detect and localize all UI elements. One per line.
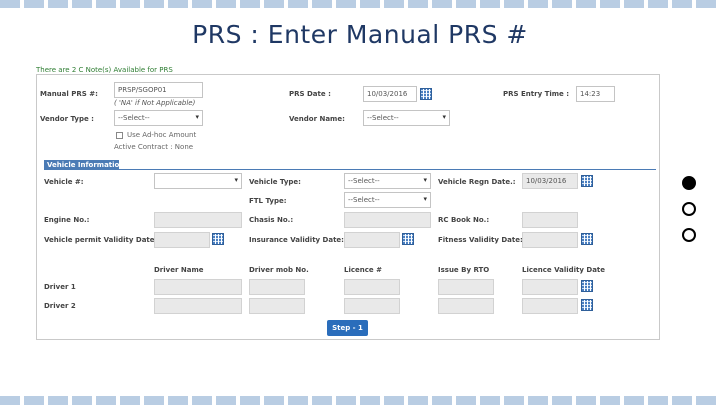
vehicle-type-value: --Select-- — [348, 177, 380, 185]
driver-2-licence-input[interactable] — [344, 298, 400, 314]
driver-1-rto-input[interactable] — [438, 279, 494, 295]
vehicle-number-select[interactable]: ▾ — [154, 173, 242, 189]
prs-date-input[interactable]: 10/03/2016 — [363, 86, 417, 102]
ftl-type-label: FTL Type: — [249, 197, 287, 205]
driver-2-label: Driver 2 — [44, 302, 76, 310]
ftl-type-select[interactable]: --Select-- ▾ — [344, 192, 431, 208]
driver-1-calendar-icon[interactable] — [581, 280, 593, 292]
permit-validity-calendar-icon[interactable] — [212, 233, 224, 245]
driver-2-calendar-icon[interactable] — [581, 299, 593, 311]
driver-1-label: Driver 1 — [44, 283, 76, 291]
driver-mob-header: Driver mob No. — [249, 266, 309, 274]
prs-date-calendar-icon[interactable] — [420, 88, 432, 100]
chevron-down-icon: ▾ — [442, 113, 446, 121]
chasis-no-input[interactable] — [344, 212, 431, 228]
prs-entry-time-input[interactable]: 14:23 — [576, 86, 615, 102]
vendor-type-select[interactable]: --Select-- ▾ — [114, 110, 203, 126]
driver-1-licence-validity-input[interactable] — [522, 279, 578, 295]
manual-prs-label: Manual PRS #: — [40, 90, 98, 98]
insurance-validity-label: Insurance Validity Date: — [249, 236, 344, 244]
adhoc-amount-label: Use Ad-hoc Amount — [127, 131, 197, 139]
manual-prs-input[interactable]: PRSP/SGOP01 — [114, 82, 203, 98]
driver-2-mob-input[interactable] — [249, 298, 305, 314]
engine-no-input[interactable] — [154, 212, 242, 228]
slide-pagination — [682, 176, 696, 254]
prs-date-label: PRS Date : — [289, 90, 331, 98]
slide-title: PRS : Enter Manual PRS # — [192, 20, 528, 49]
insurance-validity-calendar-icon[interactable] — [402, 233, 414, 245]
insurance-validity-input[interactable] — [344, 232, 400, 248]
section-divider — [44, 169, 656, 170]
chevron-down-icon: ▾ — [195, 113, 199, 121]
vehicle-type-label: Vehicle Type: — [249, 178, 301, 186]
fitness-validity-calendar-icon[interactable] — [581, 233, 593, 245]
bottom-stripe — [0, 396, 720, 405]
vendor-name-label: Vendor Name: — [289, 115, 345, 123]
vehicle-regn-date-input[interactable]: 10/03/2016 — [522, 173, 578, 189]
rc-book-no-input[interactable] — [522, 212, 578, 228]
cnote-availability-note: There are 2 C Note(s) Available for PRS — [36, 66, 173, 74]
permit-validity-input[interactable] — [154, 232, 210, 248]
pagination-dot-active[interactable] — [682, 176, 696, 190]
active-contract-text: Active Contract : None — [114, 143, 194, 151]
issue-by-rto-header: Issue By RTO — [438, 266, 490, 274]
fitness-validity-label: Fitness Validity Date: — [438, 236, 523, 244]
driver-2-licence-validity-input[interactable] — [522, 298, 578, 314]
pagination-dot[interactable] — [682, 202, 696, 216]
chevron-down-icon: ▾ — [234, 176, 238, 184]
prs-entry-time-label: PRS Entry Time : — [503, 90, 570, 98]
fitness-validity-input[interactable] — [522, 232, 578, 248]
vendor-name-select[interactable]: --Select-- ▾ — [363, 110, 450, 126]
vehicle-type-select[interactable]: --Select-- ▾ — [344, 173, 431, 189]
vendor-name-value: --Select-- — [367, 114, 399, 122]
top-stripe — [0, 0, 720, 8]
vendor-type-value: --Select-- — [118, 114, 150, 122]
driver-2-rto-input[interactable] — [438, 298, 494, 314]
pagination-dot[interactable] — [682, 228, 696, 242]
driver-1-name-input[interactable] — [154, 279, 242, 295]
vehicle-regn-date-calendar-icon[interactable] — [581, 175, 593, 187]
chevron-down-icon: ▾ — [423, 195, 427, 203]
driver-1-licence-input[interactable] — [344, 279, 400, 295]
licence-number-header: Licence # — [344, 266, 382, 274]
vendor-type-label: Vendor Type : — [40, 115, 94, 123]
ftl-type-value: --Select-- — [348, 196, 380, 204]
vehicle-number-label: Vehicle #: — [44, 178, 84, 186]
licence-validity-header: Licence Validity Date — [522, 266, 606, 274]
chevron-down-icon: ▾ — [423, 176, 427, 184]
driver-1-mob-input[interactable] — [249, 279, 305, 295]
permit-validity-label: Vehicle permit Validity Date: — [44, 236, 158, 244]
engine-no-label: Engine No.: — [44, 216, 90, 224]
adhoc-amount-checkbox[interactable] — [116, 132, 123, 139]
step-1-button[interactable]: Step - 1 — [327, 320, 368, 336]
driver-name-header: Driver Name — [154, 266, 204, 274]
chasis-no-label: Chasis No.: — [249, 216, 294, 224]
manual-prs-hint: ( 'NA' if Not Applicable) — [114, 99, 196, 107]
driver-2-name-input[interactable] — [154, 298, 242, 314]
rc-book-no-label: RC Book No.: — [438, 216, 490, 224]
vehicle-regn-date-label: Vehicle Regn Date.: — [438, 178, 516, 186]
